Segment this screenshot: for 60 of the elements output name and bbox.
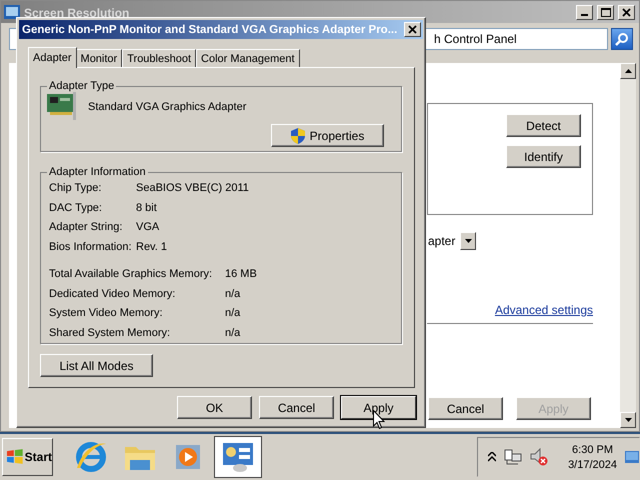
info-value: n/a	[225, 307, 242, 320]
control-panel-icon	[221, 440, 255, 474]
shield-icon	[290, 128, 305, 144]
clock[interactable]: 6:30 PM 3/17/2024	[568, 444, 617, 470]
maximize-button[interactable]	[597, 4, 614, 20]
windows-flag-icon	[6, 449, 24, 465]
network-icon[interactable]	[504, 449, 522, 465]
info-label: System Video Memory:	[49, 307, 164, 320]
info-value: 16 MB	[225, 268, 258, 282]
taskbar-app-button[interactable]	[214, 436, 262, 478]
graphics-card-icon	[46, 92, 78, 122]
info-value: VGA	[136, 221, 160, 234]
adapter-name: Standard VGA Graphics Adapter	[88, 101, 246, 113]
tab[interactable]: Color Management	[196, 49, 300, 67]
properties-button[interactable]: Properties	[271, 124, 384, 147]
info-value: n/a	[225, 288, 242, 301]
browser-icon	[74, 440, 108, 474]
dialog-title: Generic Non-PnP Monitor and Standard VGA Graphics Adapter Pro...	[22, 24, 398, 36]
dialog-button[interactable]: OK	[177, 396, 252, 419]
info-label: DAC Type:	[49, 202, 103, 215]
window-title: Screen Resolution	[24, 6, 130, 20]
tab[interactable]: Adapter	[28, 47, 77, 68]
scroll-up-icon	[624, 69, 632, 73]
display-dropdown[interactable]: apter	[427, 231, 477, 251]
advanced-settings-link[interactable]: Advanced settings	[494, 303, 593, 317]
info-label: Dedicated Video Memory:	[49, 288, 176, 301]
info-value: SeaBIOS VBE(C) 2011	[136, 182, 250, 196]
info-label: Chip Type:	[49, 182, 102, 196]
close-icon	[622, 8, 631, 16]
speaker-muted-icon[interactable]	[530, 448, 548, 466]
info-value: 8 bit	[136, 202, 158, 215]
list-all-modes-button[interactable]: List All Modes	[40, 354, 153, 377]
dialog-button[interactable]: Apply	[341, 396, 416, 419]
maximize-icon	[600, 8, 610, 16]
monitor-button[interactable]: Detect	[506, 114, 581, 137]
group-label: Adapter Type	[48, 80, 116, 92]
dialog-button[interactable]: Cancel	[259, 396, 334, 419]
close-button[interactable]	[618, 4, 635, 20]
info-label: Adapter String:	[49, 221, 124, 234]
close-button[interactable]	[404, 22, 421, 37]
tab[interactable]: Troubleshoot	[122, 49, 196, 67]
info-value: n/a	[225, 326, 242, 340]
minimize-button[interactable]	[576, 4, 593, 20]
info-label: Bios Information:	[49, 240, 133, 254]
search-button[interactable]	[611, 28, 633, 50]
app-icon	[4, 5, 20, 19]
dialog-button[interactable]: Cancel	[428, 397, 503, 420]
caret-down-icon	[464, 239, 472, 243]
scrollbar[interactable]	[620, 63, 636, 428]
scroll-down-icon	[624, 418, 632, 422]
monitor-button[interactable]: Identify	[506, 145, 581, 168]
chevron-up-icon[interactable]	[488, 452, 496, 462]
info-value: Rev. 1	[136, 240, 168, 254]
tab[interactable]: Monitor	[76, 49, 122, 67]
info-label: Shared System Memory:	[49, 326, 172, 340]
start-button[interactable]: Start	[2, 438, 53, 476]
search-icon	[615, 32, 629, 46]
info-label: Total Available Graphics Memory:	[49, 268, 214, 282]
close-icon	[408, 25, 417, 34]
group-label: Adapter Information	[48, 166, 147, 178]
